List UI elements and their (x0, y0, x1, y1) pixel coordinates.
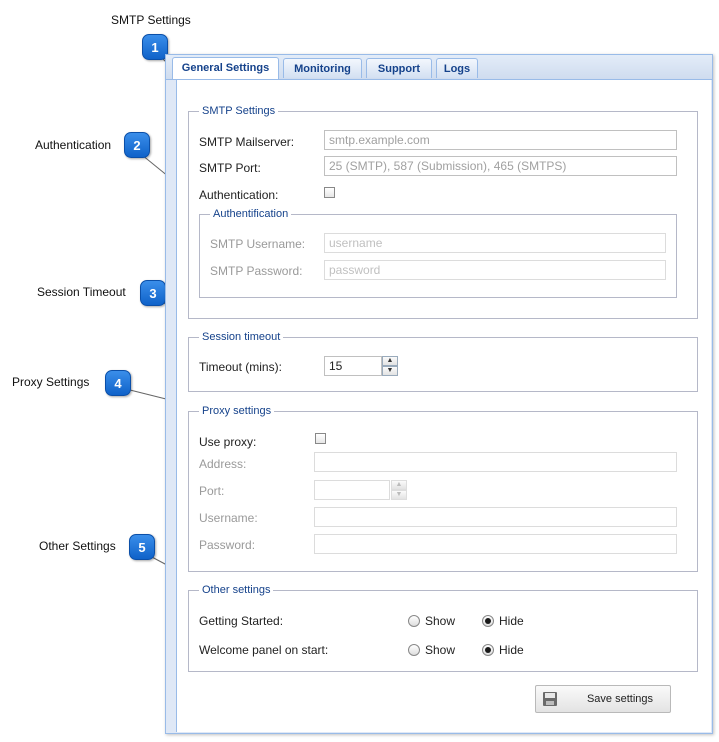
use-proxy-label: Use proxy: (199, 435, 257, 449)
smtp-password-label: SMTP Password: (210, 264, 303, 278)
session-timeout-legend: Session timeout (202, 331, 281, 343)
spin-up-icon[interactable]: ▲ (382, 356, 398, 366)
tab-general-settings[interactable]: General Settings (172, 57, 279, 79)
tab-bar: General Settings Monitoring Support Logs (166, 55, 712, 80)
timeout-spinner[interactable]: ▲ ▼ (382, 356, 398, 376)
callout-label-3: Session Timeout (37, 285, 126, 299)
tab-logs[interactable]: Logs (436, 58, 478, 78)
spin-up-icon[interactable]: ▲ (391, 480, 407, 490)
other-settings-fieldset: Other settings (188, 584, 698, 672)
proxy-port-label: Port: (199, 484, 225, 498)
smtp-username-input[interactable]: username (324, 233, 666, 253)
other-settings-legend: Other settings (202, 584, 271, 596)
getting-started-hide-radio[interactable] (482, 615, 494, 627)
callout-label-2: Authentication (35, 138, 112, 152)
authentication-checkbox[interactable] (324, 187, 335, 198)
getting-started-label: Getting Started: (199, 614, 284, 628)
spin-down-icon[interactable]: ▼ (382, 366, 398, 376)
smtp-mailserver-label: SMTP Mailserver: (199, 135, 295, 149)
getting-started-hide-label[interactable]: Hide (499, 614, 524, 628)
authentification-fieldset: Authentification (199, 208, 677, 298)
proxy-port-spinner[interactable]: ▲ ▼ (391, 480, 407, 500)
callout-badge-4: 4 (105, 370, 131, 396)
tab-monitoring[interactable]: Monitoring (283, 58, 362, 78)
welcome-panel-label: Welcome panel on start: (199, 643, 329, 657)
callout-badge-2: 2 (124, 132, 150, 158)
callout-badge-5: 5 (129, 534, 155, 560)
save-settings-button[interactable]: Save settings (535, 685, 671, 713)
general-settings-panel: SMTP Settings SMTP Mailserver: smtp.exam… (176, 80, 711, 732)
getting-started-show-label[interactable]: Show (425, 614, 455, 628)
welcome-show-label[interactable]: Show (425, 643, 455, 657)
smtp-username-label: SMTP Username: (210, 237, 306, 251)
callout-label-1: SMTP Settings (111, 13, 191, 27)
spin-down-icon[interactable]: ▼ (391, 490, 407, 500)
callout-label-4: Proxy Settings (12, 375, 90, 389)
timeout-label: Timeout (mins): (199, 360, 282, 374)
smtp-password-input[interactable]: password (324, 260, 666, 280)
welcome-show-radio[interactable] (408, 644, 420, 656)
authentication-label: Authentication: (199, 188, 279, 202)
proxy-username-label: Username: (199, 511, 258, 525)
timeout-input[interactable]: 15 (324, 356, 382, 376)
callout-label-5: Other Settings (39, 539, 116, 553)
callout-badge-3: 3 (140, 280, 166, 306)
smtp-port-label: SMTP Port: (199, 161, 261, 175)
use-proxy-checkbox[interactable] (315, 433, 326, 444)
save-settings-label: Save settings (586, 693, 654, 705)
proxy-address-input[interactable] (314, 452, 677, 472)
proxy-password-label: Password: (199, 538, 256, 552)
getting-started-show-radio[interactable] (408, 615, 420, 627)
proxy-settings-legend: Proxy settings (202, 405, 272, 417)
smtp-mailserver-input[interactable]: smtp.example.com (324, 130, 677, 150)
smtp-port-input[interactable]: 25 (SMTP), 587 (Submission), 465 (SMTPS) (324, 156, 677, 176)
welcome-hide-radio[interactable] (482, 644, 494, 656)
save-disk-icon (543, 692, 557, 706)
tab-support[interactable]: Support (366, 58, 432, 78)
welcome-hide-label[interactable]: Hide (499, 643, 524, 657)
authentification-legend: Authentification (213, 208, 289, 220)
proxy-password-input[interactable] (314, 534, 677, 554)
proxy-address-label: Address: (199, 457, 247, 471)
smtp-settings-legend: SMTP Settings (202, 105, 276, 117)
proxy-port-input[interactable] (314, 480, 390, 500)
proxy-username-input[interactable] (314, 507, 677, 527)
settings-window: General Settings Monitoring Support Logs… (165, 54, 713, 734)
